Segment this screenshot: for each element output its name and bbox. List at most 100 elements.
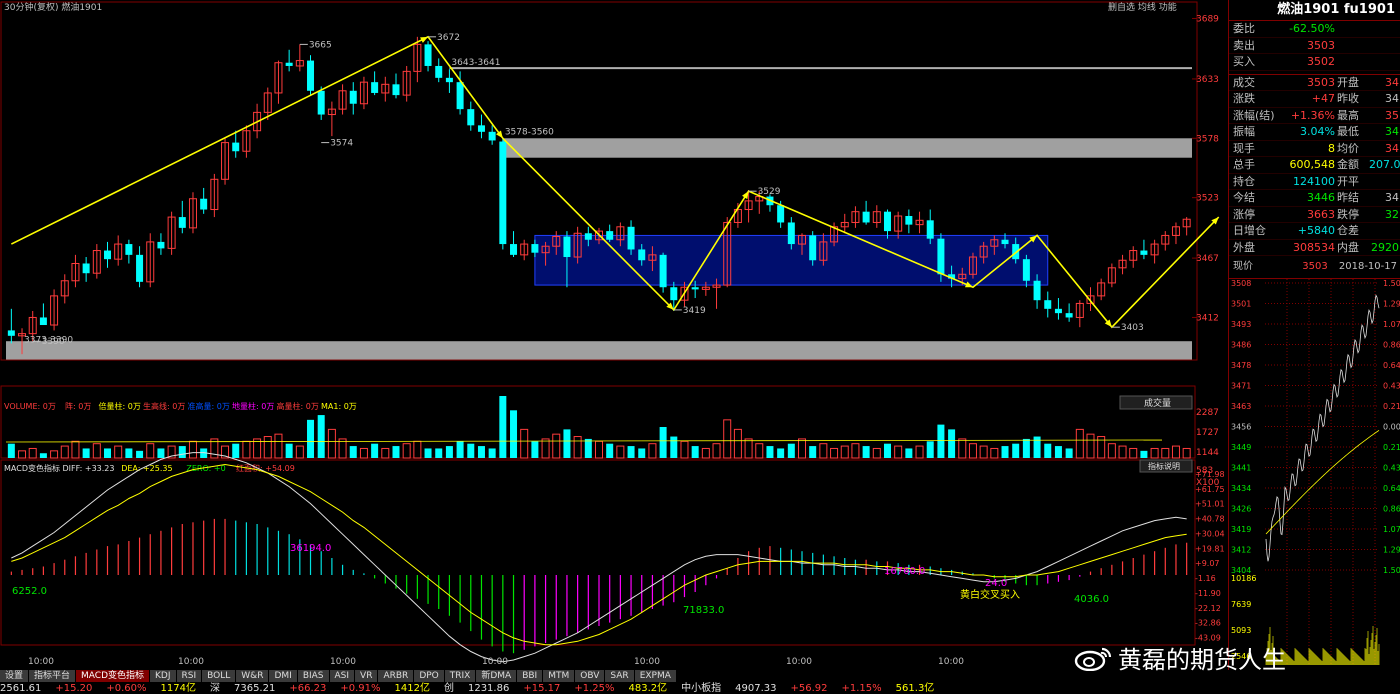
volume-legend-item: 阵: 0万	[65, 401, 91, 411]
indicator-tab-0[interactable]: 设置	[0, 670, 30, 682]
indicator-tab-15[interactable]: BBI	[517, 670, 544, 682]
quote-key: 委比	[1233, 22, 1255, 35]
support-band-2	[6, 341, 1192, 360]
volume-bar	[445, 446, 453, 458]
quote-value: 3503	[1307, 38, 1335, 52]
candle-body	[777, 205, 785, 223]
candle-body	[178, 217, 186, 228]
quote-row: 外盘 308534 内盘 2920	[1229, 240, 1400, 256]
mini-axis-label: 3471	[1231, 382, 1251, 391]
contract-title: 燃油1901 fu1901	[1229, 0, 1400, 21]
volume-bar	[317, 415, 325, 458]
indicator-tab-7[interactable]: DMI	[269, 670, 298, 682]
indicator-tab-16[interactable]: MTM	[543, 670, 576, 682]
mini-axis-right-label: 1.29	[1383, 300, 1400, 309]
indicator-tab-18[interactable]: SAR	[605, 670, 635, 682]
mini-axis-label: 3486	[1231, 341, 1251, 350]
quote-row: 振幅 3.04% 最低 34	[1229, 124, 1400, 141]
ticker-item: +56.92	[790, 683, 828, 694]
now-price-row: 现价 3503 2018-10-17	[1229, 256, 1400, 279]
volume-bar	[1012, 443, 1020, 458]
indicator-tab-6[interactable]: W&R	[236, 670, 270, 682]
indicator-tab-11[interactable]: ARBR	[378, 670, 415, 682]
quote-key: 涨跌	[1233, 92, 1255, 105]
quote-value-2: 34	[1385, 191, 1399, 204]
mini-axis-label: 3419	[1231, 525, 1251, 534]
quote-value: +1.36%	[1290, 108, 1335, 122]
quote-row: 涨跌 +47 昨收 34	[1229, 91, 1400, 108]
indicator-tab-10[interactable]: VR	[355, 670, 379, 682]
ticker-item: +15.20	[55, 683, 93, 694]
macd-axis-label: +9.07	[1195, 559, 1220, 568]
macd-legend-item: DEA: +25.35	[121, 464, 172, 473]
indicator-tab-9[interactable]: ASI	[329, 670, 356, 682]
price-annotation: 3419	[683, 306, 706, 316]
quote-value: 3503	[1307, 75, 1335, 89]
time-axis-label: 10:00	[634, 657, 660, 667]
price-annotation: 3574	[330, 139, 353, 149]
volume-bar	[488, 448, 496, 458]
candle-body	[424, 44, 432, 66]
volume-bar	[467, 443, 475, 458]
indicator-tab-1[interactable]: 指标平台	[29, 670, 77, 682]
candle-body	[435, 65, 443, 78]
macd-axis-label: +19.81	[1195, 544, 1225, 553]
quote-key-2: 最高	[1337, 108, 1359, 122]
macd-axis-label: +51.01	[1195, 500, 1225, 509]
macd-marker-label: 6252.0	[12, 586, 47, 597]
volume-bar	[809, 446, 817, 458]
indicator-tab-14[interactable]: 新DMA	[476, 670, 518, 682]
volume-bar	[510, 410, 518, 458]
index-ticker: 2561.61 +15.20 +0.60% 1174亿 深 7365.21 +66.23 +0…	[0, 683, 1400, 694]
volume-bar	[477, 446, 485, 458]
candle-body	[200, 198, 208, 210]
mini-intraday-chart[interactable]: 3508 1.50 3501 1.29 3493 1.07 3486 0.86 3478 0.64…	[1229, 279, 1400, 665]
ticker-item: 1231.86	[467, 683, 510, 694]
quote-value-2: 207.0	[1369, 158, 1400, 171]
quote-value-2: 34	[1385, 125, 1399, 138]
candle-body	[659, 254, 667, 288]
volume-legend-item: 地量柱: 0万	[232, 401, 274, 411]
quote-key-2: 开盘	[1337, 75, 1359, 89]
price-annotation: 3643-3641	[451, 58, 500, 68]
quote-value: 8	[1328, 141, 1335, 155]
indicator-tab-2[interactable]: MACD变色指标	[76, 670, 151, 682]
candlestick-chart-svg[interactable]: 30分钟(复权) 燃油1901 删自选 均线 功能 3689 3633 3578 3523…	[0, 0, 1228, 670]
ticker-item: +15.17	[523, 683, 561, 694]
volume-bar	[606, 443, 614, 458]
mini-axis-right-label: 1.50	[1383, 566, 1400, 575]
indicator-tab-13[interactable]: TRIX	[444, 670, 477, 682]
ticker-item: +0.60%	[106, 683, 147, 694]
mini-axis-right-label: 0.43	[1383, 382, 1400, 391]
candle-body	[1140, 250, 1148, 255]
indicator-tab-17[interactable]: OBV	[575, 670, 606, 682]
indicator-tab-8[interactable]: BIAS	[297, 670, 330, 682]
mini-axis-right-label: 1.07	[1383, 525, 1400, 534]
candle-body	[307, 60, 315, 91]
ticker-item: +66.23	[289, 683, 327, 694]
indicator-tab-4[interactable]: RSI	[176, 670, 203, 682]
volume-axis-label: 1144	[1196, 448, 1219, 458]
indicator-tab-3[interactable]: KDJ	[150, 670, 177, 682]
macd-axis-label: -1.16	[1195, 574, 1216, 583]
quote-row: 买入 3502	[1229, 54, 1400, 71]
main-chart-area[interactable]: 30分钟(复权) 燃油1901 删自选 均线 功能 3689 3633 3578 3523…	[0, 0, 1228, 670]
mini-volume-axis-label: 10186	[1231, 574, 1256, 583]
volume-legend-item: 准高量: 0万	[188, 401, 230, 411]
macd-marker-label: 24.0	[985, 578, 1007, 589]
quote-value-2	[1369, 223, 1400, 239]
candle-body	[606, 231, 614, 240]
mini-axis-right-label: 0.64	[1383, 361, 1400, 370]
indicator-tab-19[interactable]: EXPMA	[634, 670, 677, 682]
indicator-tab-5[interactable]: BOLL	[202, 670, 237, 682]
volume-bar	[285, 443, 293, 458]
ticker-item: +1.25%	[574, 683, 615, 694]
mini-axis-label: 3478	[1231, 361, 1251, 370]
candle-body	[285, 62, 293, 66]
candle-body	[638, 249, 646, 261]
now-price: 3503	[1302, 261, 1328, 272]
order-book-rows: 委比 -62.50% 卖出 3503 买入 3502	[1229, 21, 1400, 71]
indicator-tab-12[interactable]: DPO	[414, 670, 445, 682]
time-axis-label: 10:00	[28, 657, 54, 667]
mini-axis-label: 3508	[1231, 279, 1251, 288]
